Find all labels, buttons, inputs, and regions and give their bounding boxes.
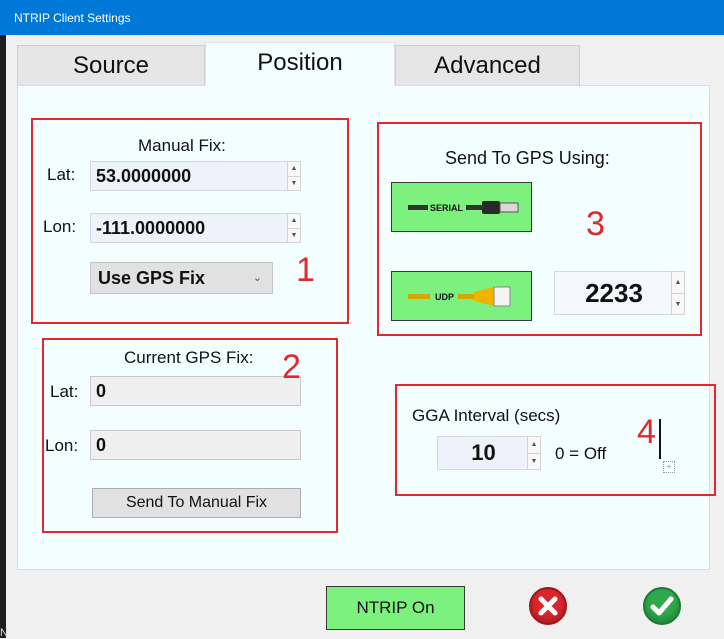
- edge-text: N: [0, 627, 8, 639]
- current-lon-label: Lon:: [45, 436, 79, 455]
- current-lat-value: 0: [90, 376, 301, 406]
- chevron-down-icon: ⌄: [252, 272, 262, 284]
- text-cursor: [659, 419, 661, 459]
- window-title-bar: NTRIP Client Settings: [0, 0, 724, 35]
- usb-cable-icon: SERIAL: [408, 201, 519, 214]
- tab-position[interactable]: Position: [205, 42, 395, 86]
- manual-lat-spinner[interactable]: ▲ ▼: [287, 161, 301, 191]
- cancel-x-icon: [538, 596, 558, 616]
- manual-lon-spinner[interactable]: ▲ ▼: [287, 213, 301, 243]
- window-edge: N: [0, 35, 8, 639]
- gga-interval-input[interactable]: 10: [437, 436, 530, 470]
- callout-number-3: 3: [586, 205, 605, 243]
- callout-number-1: 1: [296, 251, 315, 289]
- spin-down-icon[interactable]: ▼: [288, 228, 300, 243]
- current-fix-heading: Current GPS Fix:: [124, 348, 254, 367]
- spin-up-icon[interactable]: ▲: [288, 214, 300, 228]
- manual-lon-label: Lon:: [43, 217, 77, 236]
- callout-number-2: 2: [282, 348, 301, 386]
- udp-port-input[interactable]: 2233: [554, 271, 674, 315]
- spin-up-icon[interactable]: ▲: [672, 272, 684, 293]
- current-lon-value: 0: [90, 430, 301, 460]
- tab-source[interactable]: Source: [17, 45, 205, 85]
- manual-fix-heading: Manual Fix:: [138, 136, 226, 155]
- cancel-button[interactable]: [529, 587, 567, 625]
- window-title: NTRIP Client Settings: [14, 11, 131, 25]
- fix-mode-select[interactable]: Use GPS Fix ⌄: [90, 262, 273, 294]
- udp-connection-button[interactable]: UDP: [391, 271, 532, 321]
- spin-down-icon[interactable]: ▼: [288, 176, 300, 191]
- current-lat-label: Lat:: [50, 382, 79, 401]
- spin-up-icon[interactable]: ▲: [288, 162, 300, 176]
- manual-lon-input[interactable]: -111.0000000: [90, 213, 288, 243]
- gga-off-hint: 0 = Off: [555, 444, 607, 463]
- spin-up-icon[interactable]: ▲: [528, 437, 540, 453]
- manual-lat-input[interactable]: 53.0000000: [90, 161, 288, 191]
- serial-label: SERIAL: [430, 203, 464, 213]
- move-handle-icon[interactable]: +: [663, 461, 675, 473]
- ethernet-cable-icon: UDP: [408, 286, 511, 307]
- ntrip-on-button[interactable]: NTRIP On: [326, 586, 465, 630]
- ok-button[interactable]: [643, 587, 681, 625]
- gga-interval-spinner[interactable]: ▲ ▼: [527, 436, 541, 470]
- callout-number-4: 4: [637, 413, 656, 451]
- ok-check-icon: [650, 596, 674, 616]
- serial-connection-button[interactable]: SERIAL: [391, 182, 532, 232]
- spin-down-icon[interactable]: ▼: [528, 453, 540, 470]
- manual-lat-label: Lat:: [47, 165, 76, 184]
- send-to-gps-heading: Send To GPS Using:: [445, 148, 610, 168]
- tab-advanced[interactable]: Advanced: [395, 45, 580, 85]
- send-to-manual-fix-button[interactable]: Send To Manual Fix: [92, 488, 301, 518]
- gga-interval-heading: GGA Interval (secs): [412, 406, 561, 425]
- spin-down-icon[interactable]: ▼: [672, 293, 684, 315]
- fix-mode-selected: Use GPS Fix: [98, 268, 206, 288]
- udp-label: UDP: [435, 292, 454, 302]
- udp-port-spinner[interactable]: ▲ ▼: [671, 271, 685, 315]
